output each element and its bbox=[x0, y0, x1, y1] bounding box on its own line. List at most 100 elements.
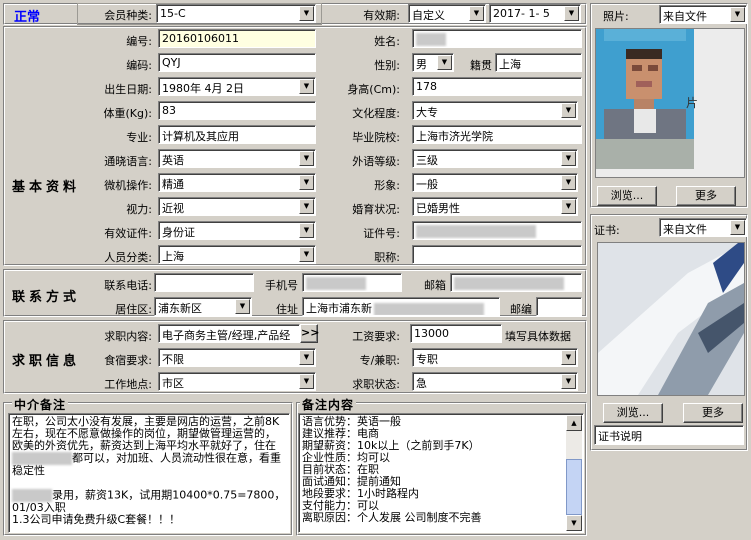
postcode-label: 邮编 bbox=[510, 303, 532, 316]
job-type-label: 专/兼职: bbox=[359, 354, 400, 367]
category-label: 人员分类: bbox=[104, 251, 152, 264]
remarks-title: 备注内容 bbox=[300, 396, 357, 413]
category-select[interactable]: 上海 ▼ bbox=[158, 245, 316, 264]
computer-select[interactable]: 精通 ▼ bbox=[158, 173, 316, 192]
location-label: 工作地点: bbox=[104, 378, 152, 391]
chevron-down-icon: ▼ bbox=[299, 175, 314, 190]
postcode-field[interactable] bbox=[536, 297, 582, 316]
code-label: 编码: bbox=[126, 59, 152, 72]
appearance-label: 形象: bbox=[374, 179, 400, 192]
validity-label: 有效期: bbox=[363, 9, 400, 22]
native-field[interactable]: 上海 bbox=[495, 53, 582, 72]
code-field[interactable]: QYJ bbox=[158, 53, 316, 72]
title-field[interactable] bbox=[412, 245, 582, 264]
validity-date-picker[interactable]: 2017- 1- 5 ▼ bbox=[489, 4, 581, 23]
name-field[interactable] bbox=[412, 29, 582, 48]
major-label: 专业: bbox=[126, 131, 152, 144]
scroll-thumb[interactable] bbox=[566, 459, 582, 515]
photo-browse-button[interactable]: 浏览... bbox=[597, 186, 657, 206]
gender-select[interactable]: 男 ▼ bbox=[412, 53, 454, 72]
number-field[interactable]: 20160106011 bbox=[158, 29, 316, 48]
height-label: 身高(Cm): bbox=[347, 83, 400, 96]
agent-note-line bbox=[12, 477, 286, 489]
validity-mode-select[interactable]: 自定义 ▼ bbox=[408, 4, 486, 23]
chevron-down-icon: ▼ bbox=[299, 199, 314, 214]
remarks-scrollbar[interactable]: ▲ ▼ bbox=[566, 415, 582, 531]
language-select[interactable]: 英语 ▼ bbox=[158, 149, 316, 168]
certificate-browse-button[interactable]: 浏览... bbox=[603, 403, 663, 423]
vision-select[interactable]: 近视 ▼ bbox=[158, 197, 316, 216]
education-select[interactable]: 大专 ▼ bbox=[412, 101, 578, 120]
marital-select[interactable]: 已婚男性 ▼ bbox=[412, 197, 578, 216]
district-select[interactable]: 浦东新区 ▼ bbox=[154, 297, 252, 316]
status-label: 正常 bbox=[14, 10, 41, 25]
id-type-select[interactable]: 身份证 ▼ bbox=[158, 221, 316, 240]
section-job-title: 求职信息 bbox=[12, 354, 81, 369]
salary-hint: 填写具体数据 bbox=[505, 330, 571, 343]
id-number-label: 证件号: bbox=[363, 227, 400, 240]
chevron-down-icon: ▼ bbox=[561, 374, 576, 389]
agent-note-line: 录用，薪资13K，试用期10400*0.75=7800，01/03入职 bbox=[12, 488, 286, 514]
major-field[interactable]: 计算机及其应用 bbox=[158, 125, 316, 144]
chevron-down-icon: ▼ bbox=[469, 6, 484, 21]
scroll-down-icon[interactable]: ▼ bbox=[566, 515, 582, 531]
salary-label: 工资要求: bbox=[352, 330, 400, 343]
computer-label: 微机操作: bbox=[104, 179, 152, 192]
email-field[interactable] bbox=[450, 273, 582, 292]
chevron-down-icon: ▼ bbox=[561, 103, 576, 118]
height-field[interactable]: 178 bbox=[412, 77, 582, 96]
lodging-label: 食宿要求: bbox=[104, 354, 152, 367]
native-label: 籍贯 bbox=[470, 59, 492, 72]
salary-field[interactable]: 13000 bbox=[410, 324, 502, 343]
id-type-label: 有效证件: bbox=[104, 227, 152, 240]
job-status-select[interactable]: 急 ▼ bbox=[412, 372, 578, 391]
job-content-field[interactable]: 电子商务主管/经理,产品经 bbox=[158, 324, 300, 343]
agent-note-line: 1.3公司申请免费升级C套餐！！！ bbox=[12, 513, 181, 526]
foreign-level-select[interactable]: 三级 ▼ bbox=[412, 149, 578, 168]
name-label: 姓名: bbox=[374, 35, 400, 48]
scroll-up-icon[interactable]: ▲ bbox=[566, 415, 582, 431]
weight-field[interactable]: 83 bbox=[158, 101, 316, 120]
photo-more-button[interactable]: 更多 bbox=[676, 186, 736, 206]
weight-label: 体重(Kg): bbox=[103, 107, 153, 120]
phone-field[interactable] bbox=[154, 273, 254, 292]
chevron-down-icon: ▼ bbox=[299, 350, 314, 365]
agent-notes-textarea[interactable]: 在职，公司太小没有发展，主要是网店的运营，之前8K左右，现在不愿意做操作的岗位，… bbox=[8, 413, 290, 533]
birthday-picker[interactable]: 1980年 4月 2日 ▼ bbox=[158, 77, 316, 96]
school-label: 毕业院校: bbox=[352, 131, 400, 144]
marital-label: 婚育状况: bbox=[352, 203, 400, 216]
chevron-down-icon: ▼ bbox=[730, 7, 745, 22]
lodging-select[interactable]: 不限 ▼ bbox=[158, 348, 316, 367]
photo-source-select[interactable]: 来自文件 ▼ bbox=[659, 5, 747, 24]
certificate-more-button[interactable]: 更多 bbox=[683, 403, 743, 423]
member-type-select[interactable]: 15-C ▼ bbox=[156, 4, 316, 23]
chevron-down-icon: ▼ bbox=[299, 247, 314, 262]
agent-note-line: 都可以，对加班、人员流动性很在意，看重稳定性 bbox=[12, 451, 281, 477]
number-label: 编号: bbox=[126, 35, 152, 48]
address-field[interactable]: 上海市浦东新 bbox=[302, 297, 500, 316]
chevron-down-icon: ▼ bbox=[561, 151, 576, 166]
id-number-field[interactable] bbox=[412, 221, 582, 240]
mobile-field[interactable] bbox=[302, 273, 402, 292]
chevron-down-icon: ▼ bbox=[299, 79, 314, 94]
chevron-down-icon: ▼ bbox=[564, 6, 579, 21]
certificate-desc-field[interactable]: 证书说明 bbox=[594, 425, 744, 445]
birthday-label: 出生日期: bbox=[104, 83, 152, 96]
foreign-level-label: 外语等级: bbox=[352, 155, 400, 168]
job-content-expand-button[interactable]: >> bbox=[300, 324, 319, 343]
section-contact-title: 联系方式 bbox=[12, 290, 81, 305]
address-label: 住址 bbox=[276, 303, 298, 316]
photo-frame: 片 bbox=[595, 28, 745, 178]
chevron-down-icon: ▼ bbox=[561, 175, 576, 190]
appearance-select[interactable]: 一般 ▼ bbox=[412, 173, 578, 192]
certificate-label: 证书: bbox=[594, 224, 620, 237]
chevron-down-icon: ▼ bbox=[299, 151, 314, 166]
certificate-source-select[interactable]: 来自文件 ▼ bbox=[659, 218, 747, 237]
job-content-label: 求职内容: bbox=[104, 330, 152, 343]
remarks-textarea[interactable]: 语言优势：英语一般 建议推荐：电商 期望薪资：10k以上（之前到手7K） 企业性… bbox=[298, 413, 584, 533]
job-type-select[interactable]: 专职 ▼ bbox=[412, 348, 578, 367]
location-select[interactable]: 市区 ▼ bbox=[158, 372, 316, 391]
chevron-down-icon: ▼ bbox=[437, 55, 452, 70]
school-field[interactable]: 上海市济光学院 bbox=[412, 125, 582, 144]
chevron-down-icon: ▼ bbox=[561, 199, 576, 214]
